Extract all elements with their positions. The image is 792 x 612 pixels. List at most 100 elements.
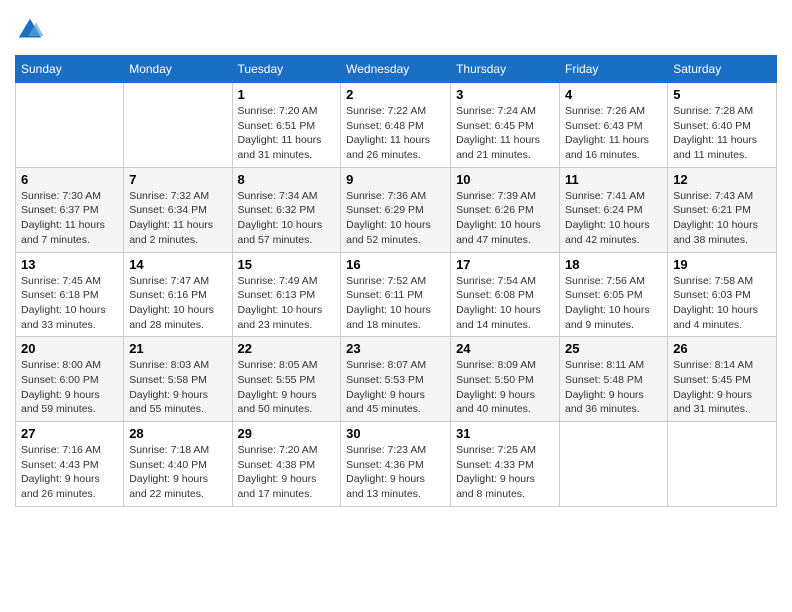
- calendar-table: SundayMondayTuesdayWednesdayThursdayFrid…: [15, 55, 777, 507]
- calendar-cell: 9Sunrise: 7:36 AM Sunset: 6:29 PM Daylig…: [341, 167, 451, 252]
- day-number: 6: [21, 172, 118, 187]
- day-number: 12: [673, 172, 771, 187]
- day-number: 2: [346, 87, 445, 102]
- calendar-cell: 24Sunrise: 8:09 AM Sunset: 5:50 PM Dayli…: [451, 337, 560, 422]
- day-number: 19: [673, 257, 771, 272]
- day-info: Sunrise: 7:18 AM Sunset: 4:40 PM Dayligh…: [129, 443, 226, 502]
- day-number: 10: [456, 172, 554, 187]
- weekday-header: Saturday: [668, 56, 777, 83]
- weekday-row: SundayMondayTuesdayWednesdayThursdayFrid…: [16, 56, 777, 83]
- day-number: 25: [565, 341, 662, 356]
- day-number: 18: [565, 257, 662, 272]
- day-info: Sunrise: 7:47 AM Sunset: 6:16 PM Dayligh…: [129, 274, 226, 333]
- day-number: 9: [346, 172, 445, 187]
- day-info: Sunrise: 8:14 AM Sunset: 5:45 PM Dayligh…: [673, 358, 771, 417]
- day-number: 17: [456, 257, 554, 272]
- calendar-body: 1Sunrise: 7:20 AM Sunset: 6:51 PM Daylig…: [16, 83, 777, 507]
- day-info: Sunrise: 8:11 AM Sunset: 5:48 PM Dayligh…: [565, 358, 662, 417]
- weekday-header: Wednesday: [341, 56, 451, 83]
- calendar-cell: 19 Sunrise: 7:58 AM Sunset: 6:03 PM Dayli…: [668, 252, 777, 337]
- calendar-cell: 3Sunrise: 7:24 AM Sunset: 6:45 PM Daylig…: [451, 83, 560, 168]
- day-number: 28: [129, 426, 226, 441]
- calendar-cell: 23 Sunrise: 8:07 AM Sunset: 5:53 PM Dayli…: [341, 337, 451, 422]
- day-number: 8: [238, 172, 336, 187]
- day-info: Sunrise: 8:00 AM Sunset: 6:00 PM Dayligh…: [21, 358, 118, 417]
- day-info: Sunrise: 7:54 AM Sunset: 6:08 PM Dayligh…: [456, 274, 554, 333]
- day-number: 7: [129, 172, 226, 187]
- day-info: Sunrise: 7:41 AM Sunset: 6:24 PM Dayligh…: [565, 189, 662, 248]
- calendar-cell: [668, 422, 777, 507]
- day-number: 11: [565, 172, 662, 187]
- calendar-cell: 4 Sunrise: 7:26 AM Sunset: 6:43 PM Daylig…: [560, 83, 668, 168]
- calendar-cell: 8 Sunrise: 7:34 AM Sunset: 6:32 PM Daylig…: [232, 167, 341, 252]
- day-info: Sunrise: 8:05 AM Sunset: 5:55 PM Dayligh…: [238, 358, 336, 417]
- day-info: Sunrise: 7:20 AM Sunset: 6:51 PM Dayligh…: [238, 104, 336, 163]
- calendar-cell: 13 Sunrise: 7:45 AM Sunset: 6:18 PM Dayli…: [16, 252, 124, 337]
- day-number: 23: [346, 341, 445, 356]
- day-number: 5: [673, 87, 771, 102]
- day-info: Sunrise: 7:20 AM Sunset: 4:38 PM Dayligh…: [238, 443, 336, 502]
- calendar-cell: 18 Sunrise: 7:56 AM Sunset: 6:05 PM Dayli…: [560, 252, 668, 337]
- calendar-cell: [124, 83, 232, 168]
- day-number: 15: [238, 257, 336, 272]
- day-number: 26: [673, 341, 771, 356]
- calendar-cell: 16 Sunrise: 7:52 AM Sunset: 6:11 PM Dayli…: [341, 252, 451, 337]
- calendar-cell: 28 Sunrise: 7:18 AM Sunset: 4:40 PM Dayli…: [124, 422, 232, 507]
- day-number: 4: [565, 87, 662, 102]
- day-number: 22: [238, 341, 336, 356]
- calendar-cell: 31 Sunrise: 7:25 AM Sunset: 4:33 PM Dayli…: [451, 422, 560, 507]
- day-info: Sunrise: 7:39 AM Sunset: 6:26 PM Dayligh…: [456, 189, 554, 248]
- calendar-cell: 2 Sunrise: 7:22 AM Sunset: 6:48 PM Daylig…: [341, 83, 451, 168]
- day-info: Sunrise: 7:28 AM Sunset: 6:40 PM Dayligh…: [673, 104, 771, 163]
- logo-icon: [15, 15, 45, 45]
- day-info: Sunrise: 7:16 AM Sunset: 4:43 PM Dayligh…: [21, 443, 118, 502]
- calendar-week-row: 20 Sunrise: 8:00 AM Sunset: 6:00 PM Dayli…: [16, 337, 777, 422]
- day-info: Sunrise: 7:56 AM Sunset: 6:05 PM Dayligh…: [565, 274, 662, 333]
- day-info: Sunrise: 7:25 AM Sunset: 4:33 PM Dayligh…: [456, 443, 554, 502]
- calendar-cell: 11 Sunrise: 7:41 AM Sunset: 6:24 PM Dayli…: [560, 167, 668, 252]
- day-number: 27: [21, 426, 118, 441]
- calendar-cell: 12 Sunrise: 7:43 AM Sunset: 6:21 PM Dayli…: [668, 167, 777, 252]
- day-info: Sunrise: 8:03 AM Sunset: 5:58 PM Dayligh…: [129, 358, 226, 417]
- day-info: Sunrise: 7:49 AM Sunset: 6:13 PM Dayligh…: [238, 274, 336, 333]
- calendar-cell: 21Sunrise: 8:03 AM Sunset: 5:58 PM Dayli…: [124, 337, 232, 422]
- calendar-cell: 27 Sunrise: 7:16 AM Sunset: 4:43 PM Dayli…: [16, 422, 124, 507]
- calendar-cell: [16, 83, 124, 168]
- calendar-cell: 5 Sunrise: 7:28 AM Sunset: 6:40 PM Daylig…: [668, 83, 777, 168]
- calendar-cell: 20 Sunrise: 8:00 AM Sunset: 6:00 PM Dayli…: [16, 337, 124, 422]
- day-number: 20: [21, 341, 118, 356]
- day-info: Sunrise: 7:22 AM Sunset: 6:48 PM Dayligh…: [346, 104, 445, 163]
- weekday-header: Tuesday: [232, 56, 341, 83]
- day-info: Sunrise: 7:30 AM Sunset: 6:37 PM Dayligh…: [21, 189, 118, 248]
- calendar-cell: 17 Sunrise: 7:54 AM Sunset: 6:08 PM Dayli…: [451, 252, 560, 337]
- day-info: Sunrise: 7:43 AM Sunset: 6:21 PM Dayligh…: [673, 189, 771, 248]
- calendar-cell: 15 Sunrise: 7:49 AM Sunset: 6:13 PM Dayli…: [232, 252, 341, 337]
- day-number: 16: [346, 257, 445, 272]
- logo: [15, 15, 47, 45]
- calendar-cell: 29 Sunrise: 7:20 AM Sunset: 4:38 PM Dayli…: [232, 422, 341, 507]
- weekday-header: Monday: [124, 56, 232, 83]
- day-info: Sunrise: 7:52 AM Sunset: 6:11 PM Dayligh…: [346, 274, 445, 333]
- day-number: 3: [456, 87, 554, 102]
- calendar-cell: 7Sunrise: 7:32 AM Sunset: 6:34 PM Daylig…: [124, 167, 232, 252]
- calendar-header: SundayMondayTuesdayWednesdayThursdayFrid…: [16, 56, 777, 83]
- day-info: Sunrise: 8:07 AM Sunset: 5:53 PM Dayligh…: [346, 358, 445, 417]
- day-info: Sunrise: 7:58 AM Sunset: 6:03 PM Dayligh…: [673, 274, 771, 333]
- calendar-week-row: 27 Sunrise: 7:16 AM Sunset: 4:43 PM Dayli…: [16, 422, 777, 507]
- day-number: 13: [21, 257, 118, 272]
- calendar-cell: 30 Sunrise: 7:23 AM Sunset: 4:36 PM Dayli…: [341, 422, 451, 507]
- calendar-cell: 10 Sunrise: 7:39 AM Sunset: 6:26 PM Dayli…: [451, 167, 560, 252]
- calendar-cell: 14Sunrise: 7:47 AM Sunset: 6:16 PM Dayli…: [124, 252, 232, 337]
- day-number: 31: [456, 426, 554, 441]
- day-number: 24: [456, 341, 554, 356]
- day-info: Sunrise: 7:45 AM Sunset: 6:18 PM Dayligh…: [21, 274, 118, 333]
- weekday-header: Thursday: [451, 56, 560, 83]
- day-info: Sunrise: 7:23 AM Sunset: 4:36 PM Dayligh…: [346, 443, 445, 502]
- day-info: Sunrise: 7:34 AM Sunset: 6:32 PM Dayligh…: [238, 189, 336, 248]
- day-number: 29: [238, 426, 336, 441]
- calendar-week-row: 6 Sunrise: 7:30 AM Sunset: 6:37 PM Daylig…: [16, 167, 777, 252]
- calendar-cell: 25 Sunrise: 8:11 AM Sunset: 5:48 PM Dayli…: [560, 337, 668, 422]
- day-number: 30: [346, 426, 445, 441]
- day-info: Sunrise: 7:26 AM Sunset: 6:43 PM Dayligh…: [565, 104, 662, 163]
- page-header: [15, 15, 777, 45]
